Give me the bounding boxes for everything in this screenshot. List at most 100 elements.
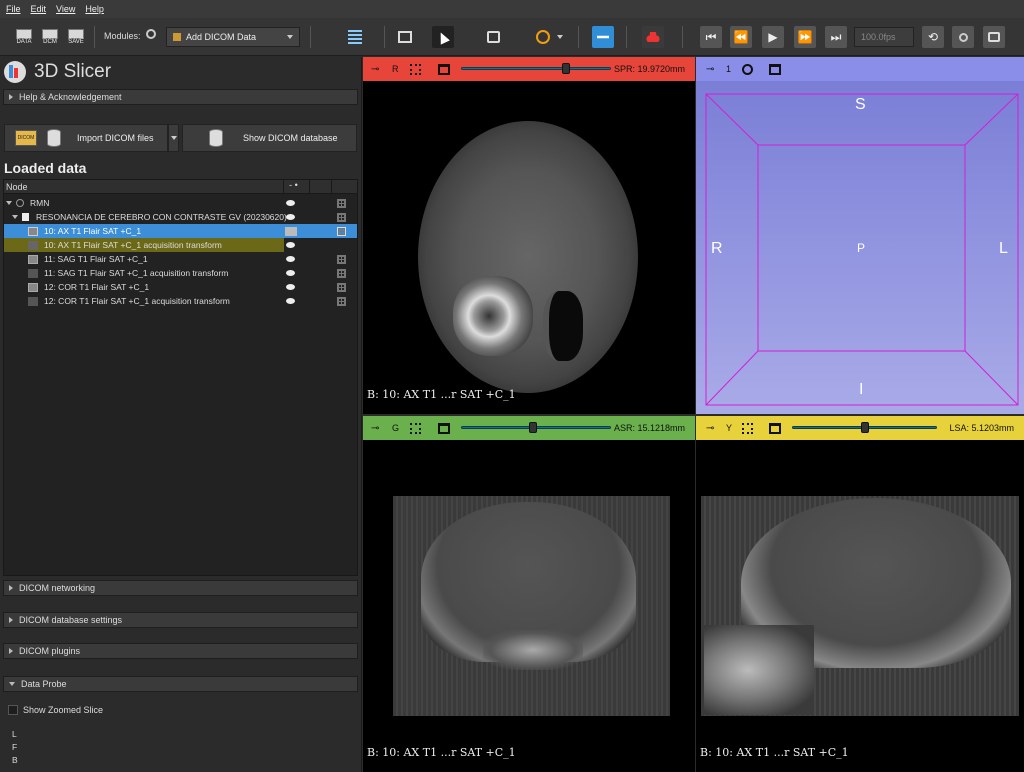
next-frame-button[interactable]: ⏩ [794, 26, 816, 48]
transform-icon [337, 254, 346, 264]
red-slice-view[interactable]: B: 10: AX T1 ...r SAT +C_1 [363, 81, 695, 414]
volume-icon [28, 282, 38, 292]
module-selector[interactable]: Add DICOM Data [166, 27, 300, 47]
dicom-plugins-header[interactable]: DICOM plugins [3, 643, 358, 659]
visibility-eye-icon[interactable] [286, 270, 295, 276]
maximize-view-icon[interactable] [769, 422, 781, 434]
menu-edit[interactable]: Edit [31, 4, 47, 14]
visibility-eye-icon[interactable] [286, 298, 295, 304]
play-button[interactable]: ▶ [762, 26, 784, 48]
red-slider-handle[interactable] [562, 63, 570, 74]
menu-view[interactable]: View [56, 4, 75, 14]
database-icon [209, 129, 223, 147]
tree-row-volume-cor[interactable]: 12: COR T1 Flair SAT +C_1 [4, 280, 357, 294]
fps-spinbox[interactable]: 100.0fps [854, 27, 914, 47]
link-icon[interactable] [410, 422, 421, 434]
expand-icon [9, 94, 13, 100]
visibility-eye-icon[interactable] [286, 214, 295, 220]
last-frame-button[interactable]: ⏭ [825, 26, 847, 48]
data-probe-header[interactable]: Data Probe [3, 676, 358, 692]
crosshair-menu-chevron-icon[interactable] [557, 35, 563, 39]
tree-row-volume-ax[interactable]: 10: AX T1 Flair SAT +C_1 [4, 224, 357, 238]
transform-node-icon [28, 268, 38, 278]
extensions-button[interactable] [592, 26, 614, 48]
list-icon [348, 30, 362, 44]
collapse-icon [6, 201, 12, 205]
pin-icon[interactable]: ⊸ [371, 64, 379, 75]
loaded-data-tree[interactable]: Node - • RMN RESONANCIA DE CEREBRO CON C… [3, 179, 358, 576]
maximize-view-icon[interactable] [438, 422, 450, 434]
expand-icon [9, 617, 13, 623]
pin-icon[interactable]: ⊸ [371, 423, 379, 434]
maximize-view-icon[interactable] [438, 63, 450, 75]
threed-view[interactable]: S R L P I [696, 81, 1024, 414]
tree-row-transform-sag[interactable]: 11: SAG T1 Flair SAT +C_1 acquisition tr… [4, 266, 357, 280]
load-dicom-button[interactable]: DCM [40, 26, 60, 48]
visibility-eye-icon[interactable] [286, 200, 295, 206]
pin-icon[interactable]: ⊸ [706, 64, 714, 75]
previous-frame-button[interactable]: ⏪ [730, 26, 752, 48]
tree-row-transform-ax[interactable]: 10: AX T1 Flair SAT +C_1 acquisition tra… [4, 238, 295, 252]
maximize-view-icon[interactable] [769, 63, 781, 75]
yellow-view-name: Y [726, 423, 733, 433]
red-view-name: R [392, 64, 399, 74]
green-slice-view[interactable]: B: 10: AX T1 ...r SAT +C_1 [363, 440, 695, 772]
help-section-header[interactable]: Help & Acknowledgement [3, 89, 358, 105]
node-column-header[interactable]: Node [6, 182, 28, 192]
import-dicom-button[interactable]: DICOM Import DICOM files [4, 124, 168, 152]
link-icon[interactable] [742, 422, 753, 434]
menu-bar: File Edit View Help [0, 0, 1024, 18]
tree-row-volume-sag[interactable]: 11: SAG T1 Flair SAT +C_1 [4, 252, 357, 266]
dicom-icon [42, 29, 58, 39]
red-offset-slider[interactable] [461, 67, 611, 70]
visibility-eye-icon[interactable] [286, 256, 295, 262]
visibility-column-header[interactable]: - • [283, 180, 303, 193]
extensions-icon [597, 35, 609, 39]
modules-label: Modules: [104, 31, 141, 41]
screenshot-button[interactable] [482, 26, 504, 48]
show-dicom-database-button[interactable]: Show DICOM database [182, 124, 357, 152]
loop-button[interactable]: ⟲ [922, 26, 944, 48]
subject-column-header[interactable] [309, 180, 329, 193]
crosshair-button[interactable] [532, 26, 554, 48]
load-data-button[interactable]: DATA [14, 26, 34, 48]
orientation-right-label: R [711, 240, 723, 257]
pointer-mode-button[interactable] [432, 26, 454, 48]
layout-button[interactable] [394, 26, 416, 48]
module-list-button[interactable] [344, 26, 366, 48]
show-zoomed-slice-checkbox[interactable]: Show Zoomed Slice [8, 705, 103, 715]
snapshot-button[interactable] [983, 26, 1005, 48]
menu-help[interactable]: Help [85, 4, 104, 14]
green-slider-handle[interactable] [529, 422, 537, 433]
yellow-slice-controller: ⊸ Y LSA: 5.1203mm [696, 416, 1024, 440]
yellow-slice-view[interactable]: B: 10: AX T1 ...r SAT +C_1 [696, 440, 1024, 772]
menu-file[interactable]: File [6, 4, 21, 14]
markups-button[interactable] [642, 26, 664, 48]
transform-icon [337, 296, 346, 306]
center-view-icon[interactable] [742, 63, 753, 75]
tree-row-patient[interactable]: RMN [4, 196, 357, 210]
dicom-db-settings-header[interactable]: DICOM database settings [3, 612, 358, 628]
chevron-down-icon [287, 35, 293, 39]
dicom-folder-icon: DICOM [15, 130, 37, 146]
visibility-eye-icon[interactable] [286, 242, 295, 248]
volume-visibility-icon[interactable] [285, 226, 297, 236]
first-frame-button[interactable]: ⏮ [700, 26, 722, 48]
link-icon[interactable] [410, 63, 421, 75]
visibility-eye-icon[interactable] [286, 284, 295, 290]
subject-icon [337, 212, 346, 222]
search-icon[interactable] [146, 29, 156, 39]
save-button[interactable]: SAVE [66, 26, 86, 48]
dicom-networking-header[interactable]: DICOM networking [3, 580, 358, 596]
transform-column-header[interactable] [331, 180, 357, 193]
record-button[interactable] [952, 26, 974, 48]
play-icon: ▶ [768, 30, 778, 44]
yellow-slider-handle[interactable] [860, 422, 869, 433]
transform-node-icon [28, 240, 38, 250]
coronal-bright-region [483, 630, 583, 670]
tree-row-transform-cor[interactable]: 12: COR T1 Flair SAT +C_1 acquisition tr… [4, 294, 357, 308]
pin-icon[interactable]: ⊸ [706, 423, 714, 434]
tree-row-study[interactable]: RESONANCIA DE CEREBRO CON CONTRASTE GV (… [4, 210, 357, 224]
import-options-dropdown[interactable] [168, 124, 179, 152]
module-panel: 3D Slicer Help & Acknowledgement DICOM I… [0, 57, 362, 772]
